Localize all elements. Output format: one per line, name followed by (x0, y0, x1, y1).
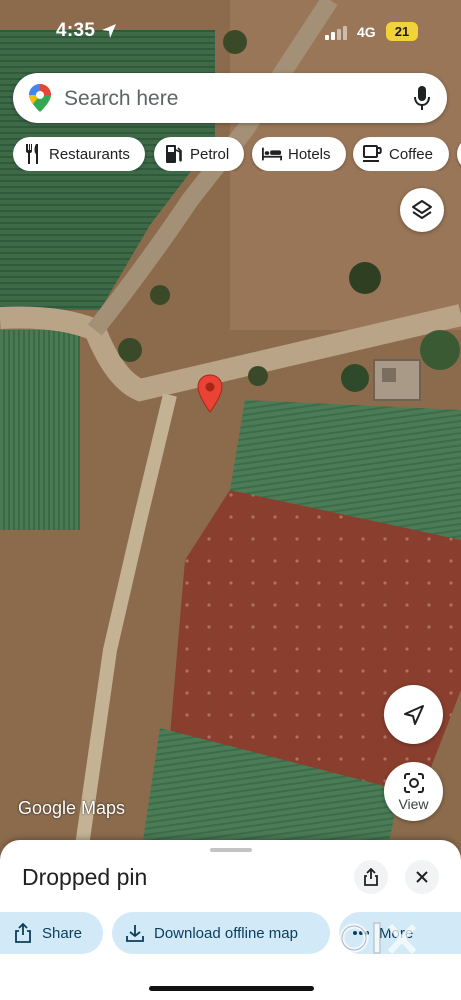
download-offline-map-button[interactable]: Download offline map (112, 912, 330, 954)
search-input[interactable]: Search here (64, 87, 178, 111)
chip-label: Petrol (190, 145, 230, 163)
chip-label: Coffee (389, 145, 433, 163)
chip-hotels[interactable]: Hotels (252, 137, 346, 171)
chip-coffee[interactable]: Coffee (353, 137, 449, 171)
dropped-pin-marker[interactable] (197, 374, 223, 414)
view-button[interactable]: View (384, 762, 443, 821)
google-maps-watermark: Google Maps (18, 798, 126, 818)
bed-icon (262, 144, 282, 164)
signal-bars-icon (325, 26, 347, 40)
chip-restaurants[interactable]: Restaurants (13, 137, 145, 171)
chip-more-categories[interactable] (457, 137, 461, 171)
home-indicator[interactable] (149, 986, 314, 991)
chip-label: Restaurants (49, 145, 130, 163)
fuel-pump-icon (164, 144, 184, 164)
olx-watermark-logo (339, 922, 417, 955)
coffee-cup-icon (363, 144, 383, 164)
close-button[interactable] (405, 860, 439, 894)
view-label: View (398, 795, 429, 812)
download-action-label: Download offline map (154, 924, 298, 942)
share-button-top[interactable] (354, 860, 388, 894)
fork-knife-icon (23, 144, 43, 164)
search-bar[interactable]: Search here (13, 73, 447, 123)
share-icon (14, 923, 32, 943)
chip-petrol[interactable]: Petrol (154, 137, 244, 171)
google-maps-logo-icon (29, 84, 51, 112)
camera-lens-icon (403, 772, 424, 793)
close-icon (416, 871, 428, 883)
layers-icon (412, 200, 432, 219)
network-type: 4G (357, 24, 376, 40)
place-title: Dropped pin (22, 864, 148, 890)
share-action-label: Share (42, 924, 83, 942)
category-chips: Restaurants Petrol Hotels Coffee (13, 137, 461, 171)
layers-button[interactable] (400, 188, 444, 232)
share-icon (364, 868, 378, 886)
share-action-button[interactable]: Share (0, 912, 103, 954)
status-time: 4:35 (56, 20, 96, 41)
chip-label: Hotels (288, 145, 331, 163)
my-location-button[interactable] (384, 685, 443, 744)
download-icon (126, 924, 144, 942)
battery-indicator: 21 (386, 22, 418, 41)
sheet-drag-handle[interactable] (210, 848, 252, 852)
navigation-arrow-icon (403, 704, 424, 725)
location-arrow-icon (102, 24, 116, 38)
status-bar: 4:35 4G 21 (0, 0, 461, 62)
microphone-icon[interactable] (413, 85, 431, 111)
